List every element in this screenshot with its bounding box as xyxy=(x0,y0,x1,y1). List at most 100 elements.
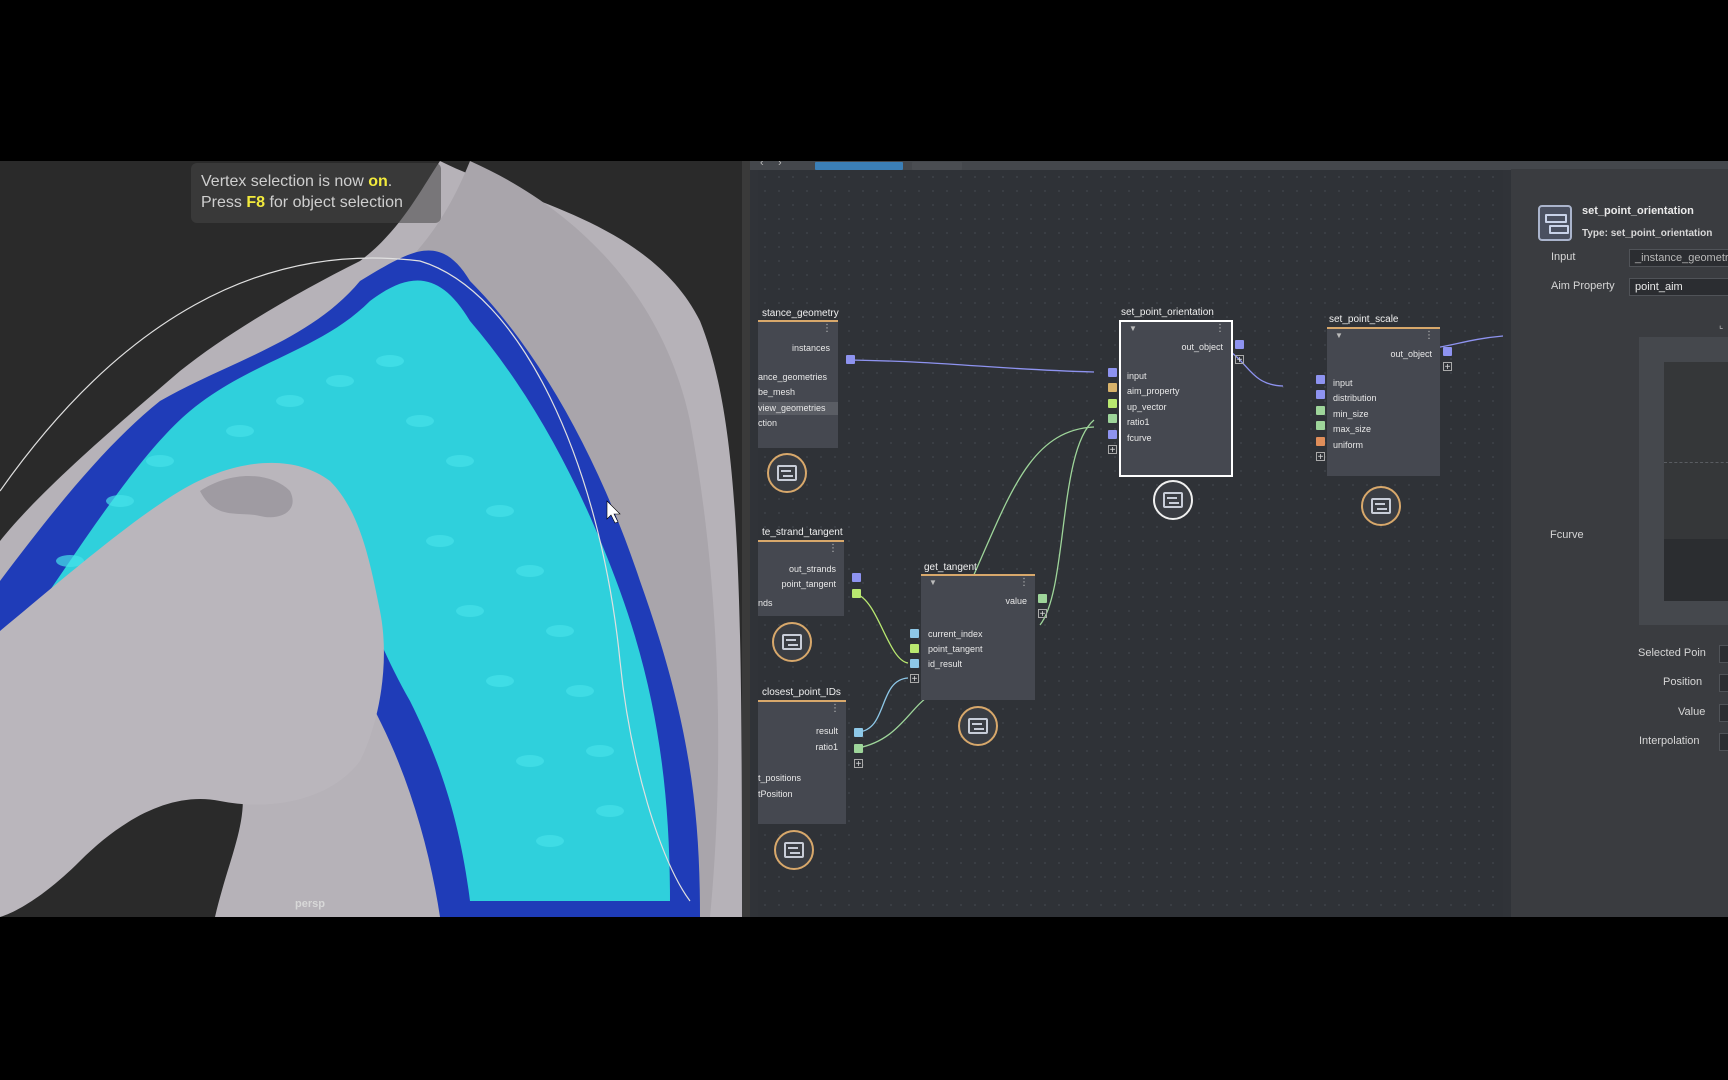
compound-icon[interactable] xyxy=(772,622,812,662)
node-menu-icon[interactable]: ⋮ xyxy=(830,704,840,714)
node-menu-icon[interactable]: ⋮ xyxy=(1424,331,1434,341)
breadcrumb-item-active[interactable] xyxy=(815,162,903,170)
node-editor[interactable]: ‹ › stance_geometry ⋮ instances ance_geo… xyxy=(750,161,1511,917)
port-label: input xyxy=(1333,378,1353,388)
value-field[interactable] xyxy=(1719,704,1728,722)
port-pin[interactable] xyxy=(1235,340,1244,349)
hud-key: F8 xyxy=(246,194,266,211)
compound-icon[interactable] xyxy=(767,453,807,493)
port-label: max_size xyxy=(1333,424,1372,434)
node-get-tangent[interactable]: ▼ ⋮ value current_index point_tangent id… xyxy=(921,574,1035,700)
port-label: fcurve xyxy=(1127,433,1152,443)
hud-text: for object selection xyxy=(265,194,403,211)
port-pin[interactable] xyxy=(846,355,855,364)
port-label: value xyxy=(1005,596,1027,606)
port-label: current_index xyxy=(928,629,983,639)
3d-viewport[interactable]: Vertex selection is now on. Press F8 for… xyxy=(0,161,742,917)
port-pin[interactable] xyxy=(1443,347,1452,356)
port-pin[interactable] xyxy=(1108,368,1117,377)
hud-line-2: Press F8 for object selection xyxy=(201,192,431,213)
forward-arrow-icon[interactable]: › xyxy=(778,161,782,169)
panel-splitter[interactable] xyxy=(742,161,750,917)
port-pin[interactable] xyxy=(1316,390,1325,399)
port-pin[interactable] xyxy=(1316,406,1325,415)
collapse-icon[interactable]: ▼ xyxy=(929,578,937,587)
port-pin[interactable] xyxy=(910,629,919,638)
graph-canvas[interactable]: stance_geometry ⋮ instances ance_geometr… xyxy=(758,170,1503,917)
node-instance-geometry[interactable]: ⋮ instances ance_geometries be_mesh view… xyxy=(758,320,838,448)
node-title: closest_point_IDs xyxy=(762,687,841,698)
camera-label: persp xyxy=(295,898,325,910)
port-label: ratio1 xyxy=(1127,417,1150,427)
port-pin[interactable] xyxy=(1108,383,1117,392)
port-label: ance_geometries xyxy=(758,372,828,382)
port-label: point_tangent xyxy=(928,644,983,654)
port-pin[interactable] xyxy=(910,659,919,668)
port-pin[interactable] xyxy=(1038,594,1047,603)
collapse-icon[interactable]: ▼ xyxy=(1129,324,1137,333)
add-port-icon[interactable]: + xyxy=(910,674,919,685)
aim-property-field[interactable]: point_aim xyxy=(1629,278,1728,296)
input-field[interactable]: _instance_geometry xyxy=(1629,249,1728,267)
node-set-point-scale[interactable]: ▼ ⋮ out_object input distribution min_si… xyxy=(1327,327,1440,476)
node-closest-point[interactable]: ⋮ result ratio1 t_positions tPosition xyxy=(758,700,846,824)
add-port-icon[interactable]: + xyxy=(1038,609,1047,620)
port-label: out_object xyxy=(1390,349,1432,359)
hud-text: . xyxy=(387,173,393,190)
attribute-editor-header xyxy=(1511,161,1728,169)
port-label: ction xyxy=(758,418,778,428)
port-pin[interactable] xyxy=(1108,414,1117,423)
port-label: uniform xyxy=(1333,440,1364,450)
selected-point-field[interactable] xyxy=(1719,645,1728,663)
hud-line-1: Vertex selection is now on. xyxy=(201,171,431,192)
selection-mode-notice: Vertex selection is now on. Press F8 for… xyxy=(191,163,441,223)
node-title: set_point_scale xyxy=(1329,314,1399,325)
port-label: out_object xyxy=(1181,342,1223,352)
node-strand-tangent[interactable]: ⋮ out_strands point_tangent nds xyxy=(758,540,844,616)
node-menu-icon[interactable]: ⋮ xyxy=(828,544,838,554)
collapse-icon[interactable]: ▼ xyxy=(1335,331,1343,340)
node-menu-icon[interactable]: ⋮ xyxy=(1019,578,1029,588)
interpolation-field[interactable] xyxy=(1719,733,1728,751)
add-port-icon[interactable]: + xyxy=(1108,445,1117,456)
node-menu-icon[interactable]: ⋮ xyxy=(822,324,832,334)
add-port-icon[interactable]: + xyxy=(1235,355,1244,366)
node-menu-icon[interactable]: ⋮ xyxy=(1215,324,1225,334)
attr-node-type: Type: set_point_orientation xyxy=(1582,228,1713,239)
attribute-editor: set_point_orientation Type: set_point_or… xyxy=(1511,161,1728,917)
port-pin[interactable] xyxy=(1108,399,1117,408)
port-pin[interactable] xyxy=(854,728,863,737)
port-label: t_positions xyxy=(758,773,802,783)
breadcrumb-bar: ‹ › xyxy=(750,161,1511,170)
compound-icon[interactable] xyxy=(1153,480,1193,520)
fcurve-label: Fcurve xyxy=(1550,529,1584,541)
compound-icon[interactable] xyxy=(1361,486,1401,526)
port-label: be_mesh xyxy=(758,387,796,397)
port-pin[interactable] xyxy=(852,589,861,598)
port-label: point_tangent xyxy=(781,579,836,589)
position-label: Position xyxy=(1663,676,1703,688)
port-pin[interactable] xyxy=(1316,421,1325,430)
viewport-scene[interactable] xyxy=(0,161,742,917)
port-label: instances xyxy=(791,343,830,353)
port-pin[interactable] xyxy=(1108,430,1117,439)
port-label: aim_property xyxy=(1127,386,1180,396)
add-port-icon[interactable]: + xyxy=(1316,452,1325,463)
port-pin[interactable] xyxy=(910,644,919,653)
add-port-icon[interactable]: + xyxy=(1443,362,1452,373)
compound-icon[interactable] xyxy=(774,830,814,870)
back-arrow-icon[interactable]: ‹ xyxy=(760,161,764,169)
port-pin[interactable] xyxy=(1316,437,1325,446)
port-pin[interactable] xyxy=(852,573,861,582)
expand-icon[interactable]: ⌞ xyxy=(1719,320,1728,332)
position-field[interactable] xyxy=(1719,674,1728,692)
compound-icon[interactable] xyxy=(958,706,998,746)
node-set-point-orientation[interactable]: ▼ ⋮ out_object input aim_property up_vec… xyxy=(1119,320,1233,477)
breadcrumb-item[interactable] xyxy=(912,162,962,170)
interpolation-label: Interpolation xyxy=(1639,735,1700,747)
port-pin[interactable] xyxy=(854,744,863,753)
port-pin[interactable] xyxy=(1316,375,1325,384)
port-label: view_geometries xyxy=(758,403,826,413)
port-label: nds xyxy=(758,598,773,608)
add-port-icon[interactable]: + xyxy=(854,759,863,770)
